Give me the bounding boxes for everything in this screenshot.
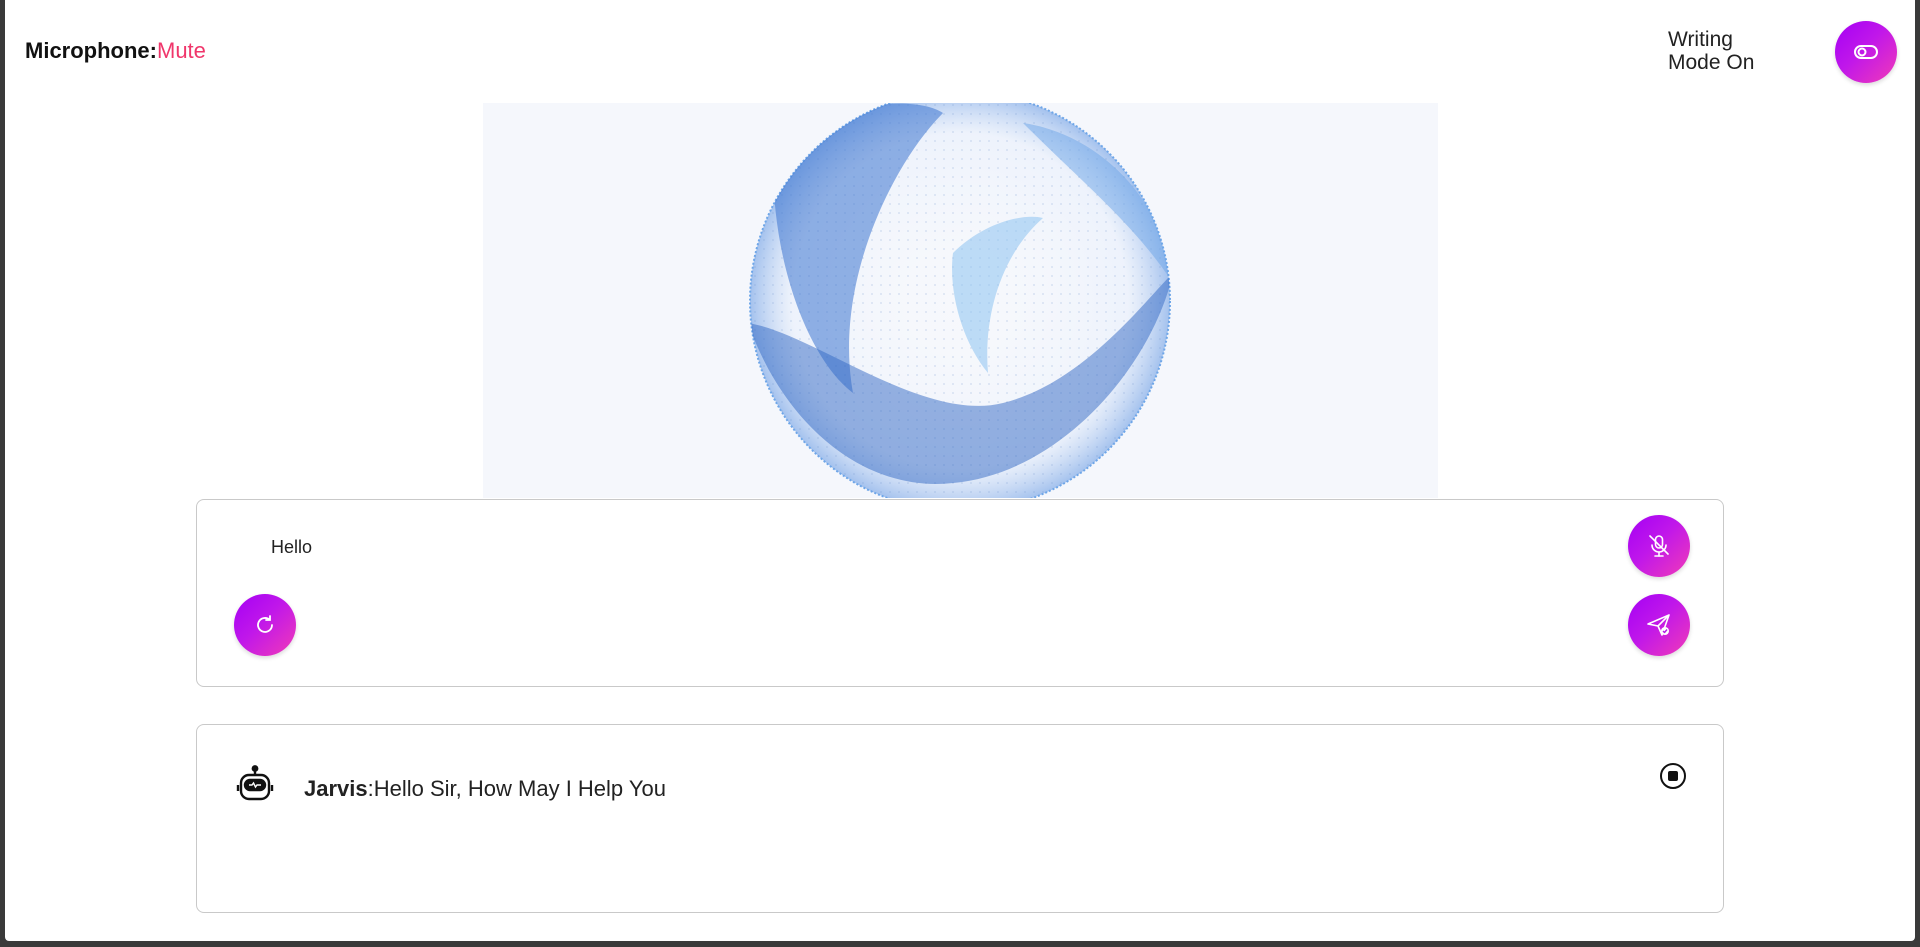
- mic-off-icon: [1646, 533, 1672, 559]
- microphone-label: Microphone:: [25, 38, 157, 63]
- writing-mode-label: Writing Mode On: [1668, 28, 1755, 74]
- reset-button[interactable]: [234, 594, 296, 656]
- toggle-icon: [1852, 38, 1880, 66]
- refresh-icon: [253, 613, 277, 637]
- reply-message: Hello Sir, How May I Help You: [373, 776, 667, 801]
- reply-panel: Jarvis:Hello Sir, How May I Help You: [196, 724, 1724, 913]
- send-button[interactable]: [1628, 594, 1690, 656]
- microphone-state: Mute: [157, 38, 206, 63]
- send-icon: [1645, 611, 1673, 639]
- microphone-button[interactable]: [1628, 515, 1690, 577]
- robot-icon: [235, 765, 275, 805]
- app-window: Microphone:Mute Writing Mode On Hello Ja…: [5, 0, 1915, 941]
- writing-mode-toggle-button[interactable]: [1835, 21, 1897, 83]
- voice-visualizer: [483, 103, 1438, 498]
- input-panel: [196, 499, 1724, 687]
- message-input[interactable]: [269, 536, 1473, 559]
- particle-sphere-image: [749, 103, 1171, 498]
- microphone-status: Microphone:Mute: [25, 38, 206, 64]
- stop-button[interactable]: [1659, 762, 1687, 790]
- reply-speaker: Jarvis: [304, 776, 368, 801]
- stop-icon: [1659, 763, 1687, 794]
- reply-text: Jarvis:Hello Sir, How May I Help You: [304, 776, 666, 802]
